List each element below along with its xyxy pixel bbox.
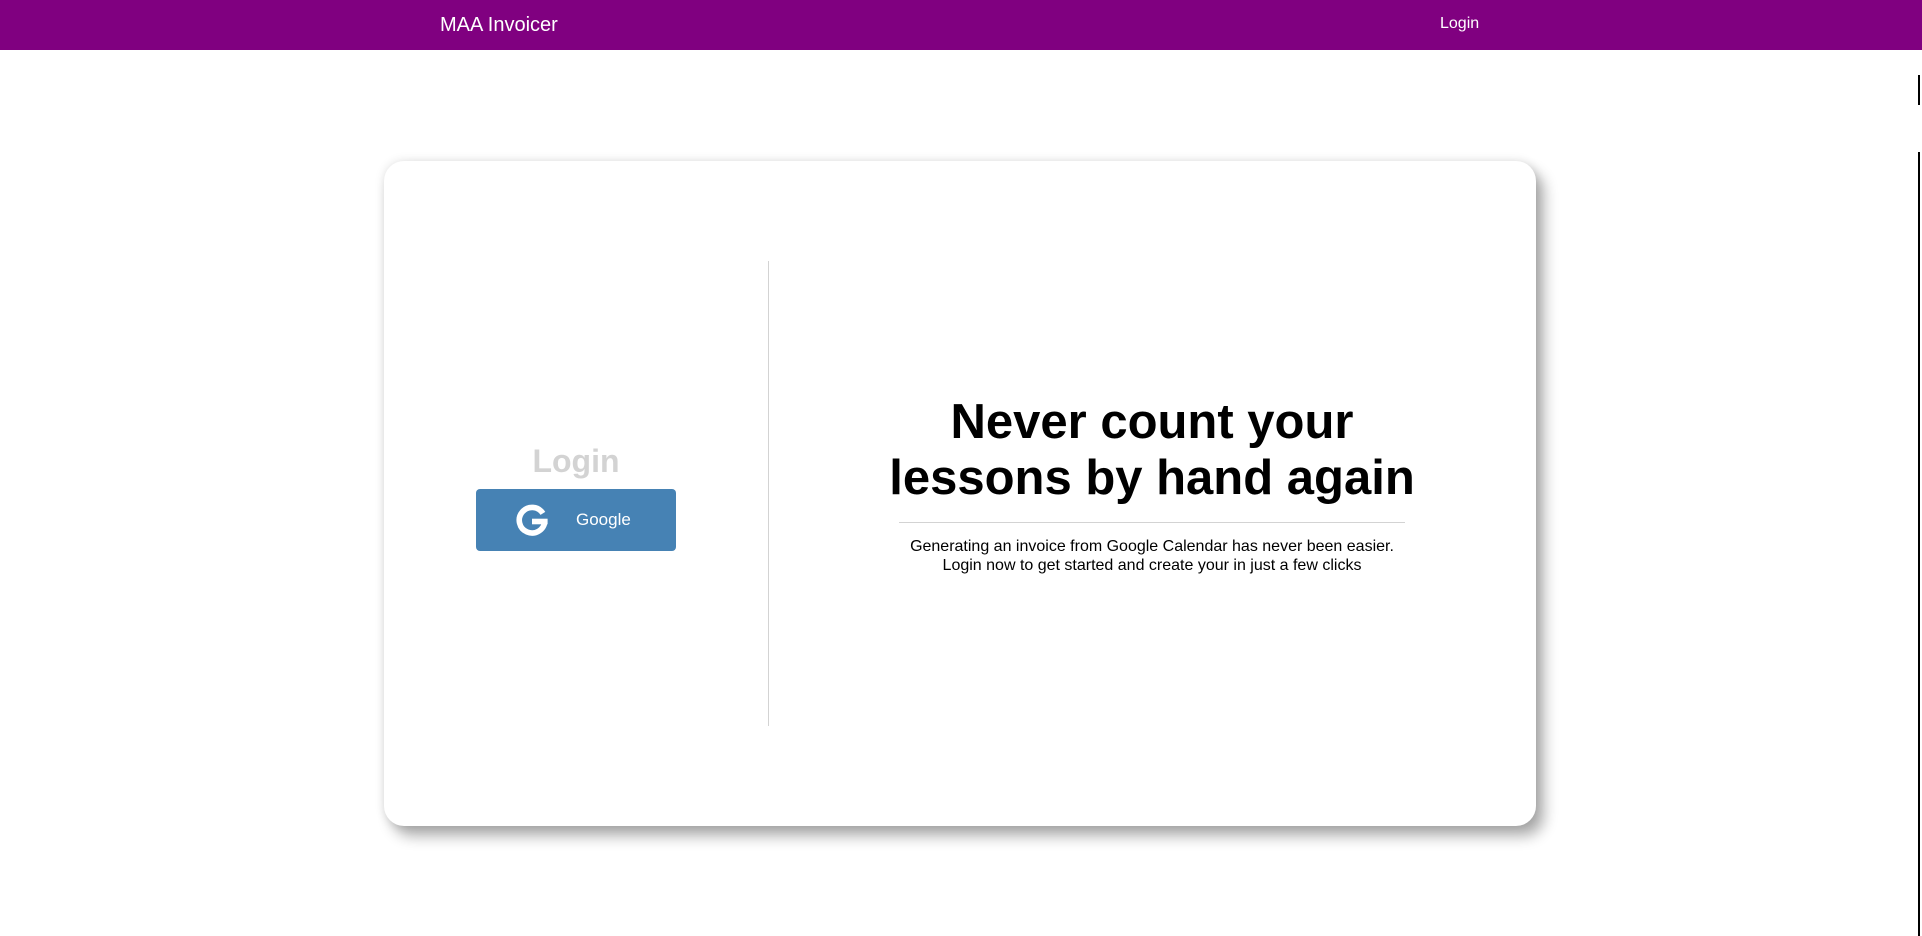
top-navbar: MAA Invoicer Login (0, 0, 1922, 50)
nav-login-link[interactable]: Login (1440, 14, 1479, 34)
window-edge-line (1918, 152, 1920, 936)
google-button-label: Google (576, 510, 631, 529)
hero-subtext-line-2: Login now to get started and create your… (942, 557, 1362, 574)
window-edge-marker (1918, 75, 1920, 105)
hero-subtext: Generating an invoice from Google Calend… (862, 537, 1442, 575)
google-g-icon (516, 504, 548, 536)
horizontal-divider (899, 522, 1405, 523)
hero-subtext-line-1: Generating an invoice from Google Calend… (910, 538, 1394, 555)
login-heading: Login (532, 443, 620, 479)
hero-headline: Never count your lessons by hand again (889, 395, 1415, 505)
vertical-divider (768, 261, 769, 726)
google-login-button[interactable]: Google (476, 489, 676, 551)
brand-title[interactable]: MAA Invoicer (440, 12, 558, 38)
